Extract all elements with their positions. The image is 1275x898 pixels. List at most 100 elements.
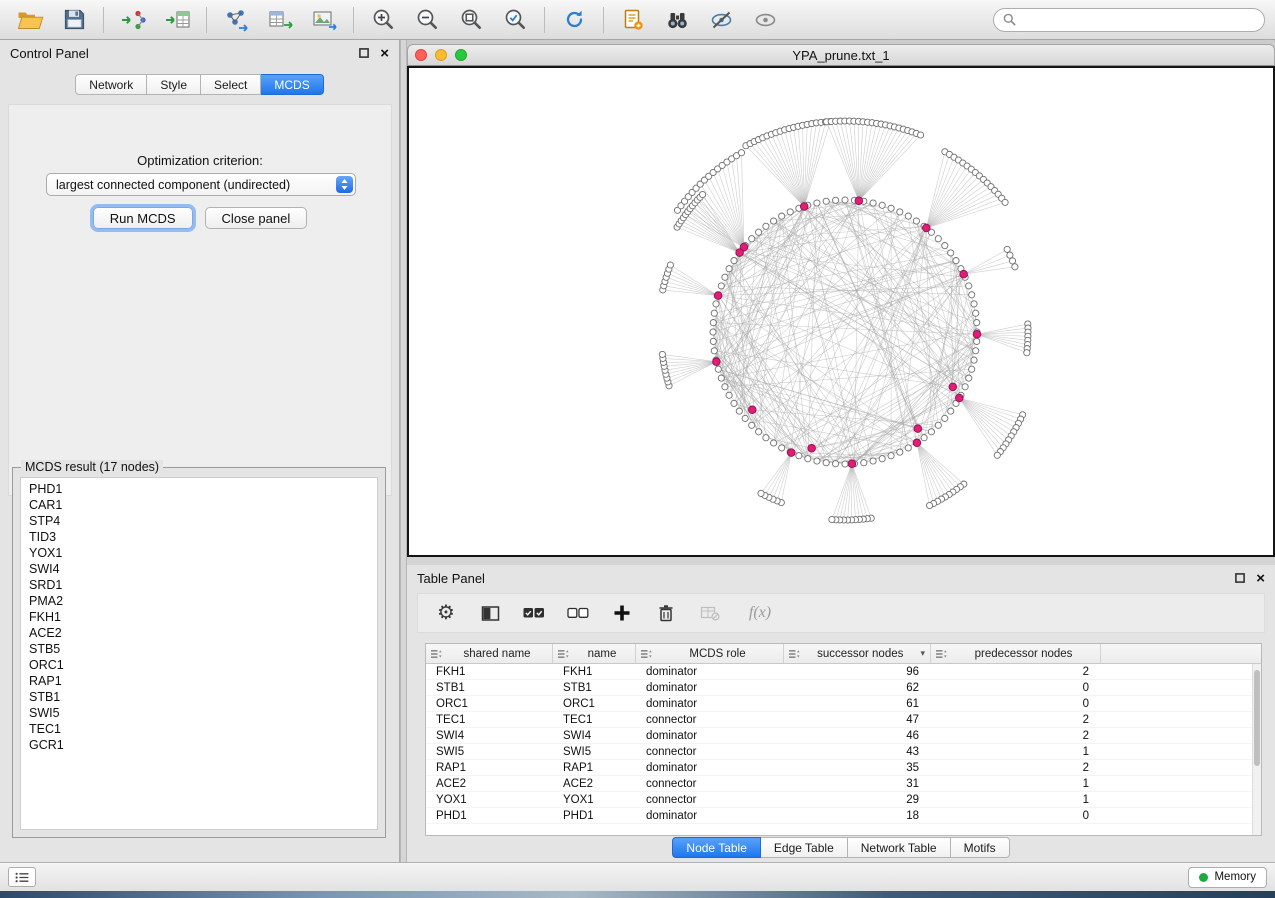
- mcds-list-item[interactable]: GCR1: [21, 737, 377, 753]
- column-header-successor-nodes[interactable]: successor nodes▾: [784, 644, 931, 663]
- mcds-list-item[interactable]: TEC1: [21, 721, 377, 737]
- table-row[interactable]: ORC1ORC1dominator610: [426, 696, 1252, 712]
- table-row[interactable]: YOX1YOX1connector291: [426, 792, 1252, 808]
- table-cell[interactable]: dominator: [636, 664, 784, 679]
- column-header-shared-name[interactable]: shared name: [426, 644, 553, 663]
- scrollbar-thumb[interactable]: [1254, 670, 1260, 766]
- table-cell[interactable]: 1: [931, 776, 1101, 791]
- table-row[interactable]: RAP1RAP1dominator352: [426, 760, 1252, 776]
- import-table-button[interactable]: [157, 4, 197, 36]
- float-panel-icon[interactable]: [1235, 573, 1245, 583]
- table-cell[interactable]: 2: [931, 728, 1101, 743]
- control-tab-select[interactable]: Select: [201, 74, 261, 95]
- table-cell[interactable]: TEC1: [553, 712, 636, 727]
- zoom-out-button[interactable]: [407, 4, 447, 36]
- table-cell[interactable]: SWI4: [426, 728, 553, 743]
- close-panel-icon[interactable]: ×: [380, 46, 389, 61]
- mcds-list-item[interactable]: PHD1: [21, 481, 377, 497]
- status-menu-button[interactable]: [8, 867, 36, 887]
- zoom-in-button[interactable]: [363, 4, 403, 36]
- table-cell[interactable]: dominator: [636, 728, 784, 743]
- table-cell[interactable]: YOX1: [426, 792, 553, 807]
- table-cell[interactable]: 47: [784, 712, 931, 727]
- fit-selected-button[interactable]: [495, 4, 535, 36]
- table-cell[interactable]: 0: [931, 696, 1101, 711]
- export-network-button[interactable]: [260, 4, 300, 36]
- mcds-list-item[interactable]: CAR1: [21, 497, 377, 513]
- table-tab-network-table[interactable]: Network Table: [848, 837, 951, 858]
- select-all-button[interactable]: [520, 599, 548, 627]
- table-cell[interactable]: STB1: [553, 680, 636, 695]
- table-cell[interactable]: SWI5: [426, 744, 553, 759]
- memory-button[interactable]: Memory: [1188, 867, 1267, 888]
- network-window-titlebar[interactable]: YPA_prune.txt_1: [407, 44, 1275, 66]
- table-row[interactable]: STB1STB1dominator620: [426, 680, 1252, 696]
- save-session-button[interactable]: [54, 4, 94, 36]
- hide-selected-button[interactable]: [701, 4, 741, 36]
- control-tab-style[interactable]: Style: [147, 74, 201, 95]
- table-cell[interactable]: RAP1: [553, 760, 636, 775]
- export-web-button[interactable]: [613, 4, 653, 36]
- deselect-all-button[interactable]: [564, 599, 592, 627]
- mcds-list-item[interactable]: TID3: [21, 529, 377, 545]
- table-cell[interactable]: ORC1: [426, 696, 553, 711]
- table-row[interactable]: ACE2ACE2connector311: [426, 776, 1252, 792]
- close-panel-button[interactable]: Close panel: [205, 207, 308, 229]
- mcds-list-item[interactable]: ACE2: [21, 625, 377, 641]
- horizontal-splitter[interactable]: [407, 557, 1275, 565]
- mcds-list-item[interactable]: ORC1: [21, 657, 377, 673]
- table-cell[interactable]: TEC1: [426, 712, 553, 727]
- mcds-result-list[interactable]: PHD1CAR1STP4TID3YOX1SWI4SRD1PMA2FKH1ACE2…: [20, 477, 378, 830]
- table-row[interactable]: TEC1TEC1connector472: [426, 712, 1252, 728]
- search-input[interactable]: [1022, 13, 1255, 27]
- table-row[interactable]: SWI5SWI5connector431: [426, 744, 1252, 760]
- minimize-window-icon[interactable]: [435, 49, 447, 61]
- column-visibility-button[interactable]: [476, 599, 504, 627]
- open-session-button[interactable]: [10, 4, 50, 36]
- table-cell[interactable]: 2: [931, 712, 1101, 727]
- table-cell[interactable]: dominator: [636, 808, 784, 823]
- table-cell[interactable]: SWI4: [553, 728, 636, 743]
- table-tab-node-table[interactable]: Node Table: [672, 837, 761, 858]
- table-cell[interactable]: dominator: [636, 696, 784, 711]
- maximize-window-icon[interactable]: [455, 49, 467, 61]
- mcds-list-item[interactable]: STP4: [21, 513, 377, 529]
- run-mcds-button[interactable]: Run MCDS: [93, 207, 193, 229]
- table-scrollbar[interactable]: [1252, 664, 1261, 835]
- table-cell[interactable]: 31: [784, 776, 931, 791]
- table-cell[interactable]: 18: [784, 808, 931, 823]
- table-cell[interactable]: 61: [784, 696, 931, 711]
- close-window-icon[interactable]: [415, 49, 427, 61]
- table-cell[interactable]: 2: [931, 664, 1101, 679]
- table-cell[interactable]: dominator: [636, 760, 784, 775]
- table-cell[interactable]: connector: [636, 712, 784, 727]
- fit-content-button[interactable]: [451, 4, 491, 36]
- column-header-name[interactable]: name: [553, 644, 636, 663]
- show-all-button[interactable]: [745, 4, 785, 36]
- column-header-MCDS-role[interactable]: MCDS role: [636, 644, 784, 663]
- vertical-splitter[interactable]: [400, 40, 407, 862]
- control-tab-network[interactable]: Network: [75, 74, 147, 95]
- table-cell[interactable]: 1: [931, 744, 1101, 759]
- table-cell[interactable]: 62: [784, 680, 931, 695]
- table-row[interactable]: FKH1FKH1dominator962: [426, 664, 1252, 680]
- first-neighbors-button[interactable]: [657, 4, 697, 36]
- mcds-list-item[interactable]: YOX1: [21, 545, 377, 561]
- table-cell[interactable]: STB1: [426, 680, 553, 695]
- mcds-list-item[interactable]: SWI4: [21, 561, 377, 577]
- table-cell[interactable]: FKH1: [553, 664, 636, 679]
- mcds-list-item[interactable]: RAP1: [21, 673, 377, 689]
- table-cell[interactable]: 35: [784, 760, 931, 775]
- mcds-list-item[interactable]: SWI5: [21, 705, 377, 721]
- mcds-list-item[interactable]: FKH1: [21, 609, 377, 625]
- table-cell[interactable]: dominator: [636, 680, 784, 695]
- table-cell[interactable]: RAP1: [426, 760, 553, 775]
- table-cell[interactable]: connector: [636, 792, 784, 807]
- close-panel-icon[interactable]: ×: [1256, 571, 1265, 586]
- table-cell[interactable]: 96: [784, 664, 931, 679]
- table-cell[interactable]: SWI5: [553, 744, 636, 759]
- table-mode-button[interactable]: ⚙: [432, 599, 460, 627]
- control-tab-mcds[interactable]: MCDS: [261, 74, 323, 95]
- mcds-list-item[interactable]: STB5: [21, 641, 377, 657]
- delete-column-button[interactable]: [652, 599, 680, 627]
